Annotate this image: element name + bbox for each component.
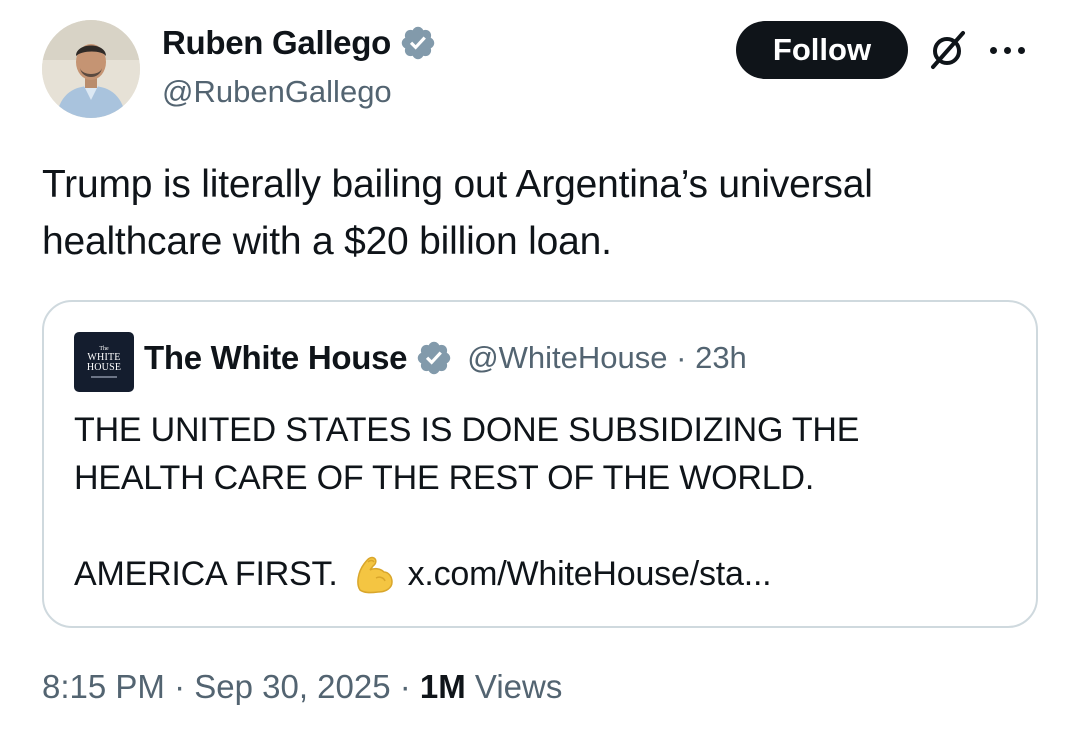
tweet-text: Trump is literally bailing out Argentina… [42, 163, 873, 263]
quoted-tweet-card[interactable]: The WHITE HOUSE The White House @WhiteHo… [42, 300, 1038, 628]
dot [990, 46, 997, 54]
quote-time[interactable]: 23h [695, 340, 747, 375]
separator: · [667, 340, 696, 375]
author-name[interactable]: Ruben Gallego [162, 24, 391, 62]
logo-line-3: HOUSE [86, 362, 122, 373]
quote-author-name[interactable]: The White House [144, 339, 407, 377]
verified-badge-icon [417, 341, 451, 375]
verified-badge-icon [401, 26, 435, 60]
flexed-biceps-icon [356, 556, 393, 594]
quote-text: THE UNITED STATES IS DONE SUBSIDIZING TH… [74, 411, 860, 497]
tweet-date[interactable]: Sep 30, 2025 [194, 668, 390, 705]
author-avatar[interactable] [42, 20, 140, 118]
quote-last-line: AMERICA FIRST. x.com/WhiteHouse/sta... [74, 550, 772, 598]
follow-button[interactable]: Follow [736, 21, 908, 79]
views-label: Views [474, 668, 563, 705]
quote-header: The White House @WhiteHouse · 23h [144, 339, 747, 377]
tweet-time[interactable]: 8:15 PM [42, 668, 165, 705]
more-icon[interactable] [990, 36, 1038, 64]
author-handle[interactable]: @RubenGallego [162, 74, 392, 110]
separator: · [164, 668, 195, 705]
grok-icon[interactable] [926, 28, 970, 72]
white-house-logo[interactable]: The WHITE HOUSE [74, 332, 134, 392]
logo-rule [91, 376, 117, 378]
quote-link[interactable]: x.com/WhiteHouse/sta... [408, 555, 772, 594]
views-count: 1M [419, 668, 466, 705]
separator: · [390, 668, 420, 705]
quote-meta: @WhiteHouse · 23h [467, 340, 747, 376]
quote-handle[interactable]: @WhiteHouse [467, 340, 667, 375]
dot [1018, 46, 1025, 54]
author-name-row: Ruben Gallego [162, 24, 437, 62]
quote-last-text: AMERICA FIRST. [74, 554, 338, 593]
dot [1004, 46, 1011, 54]
tweet-footer: 8:15 PM · Sep 30, 2025 · 1M Views [42, 668, 562, 706]
